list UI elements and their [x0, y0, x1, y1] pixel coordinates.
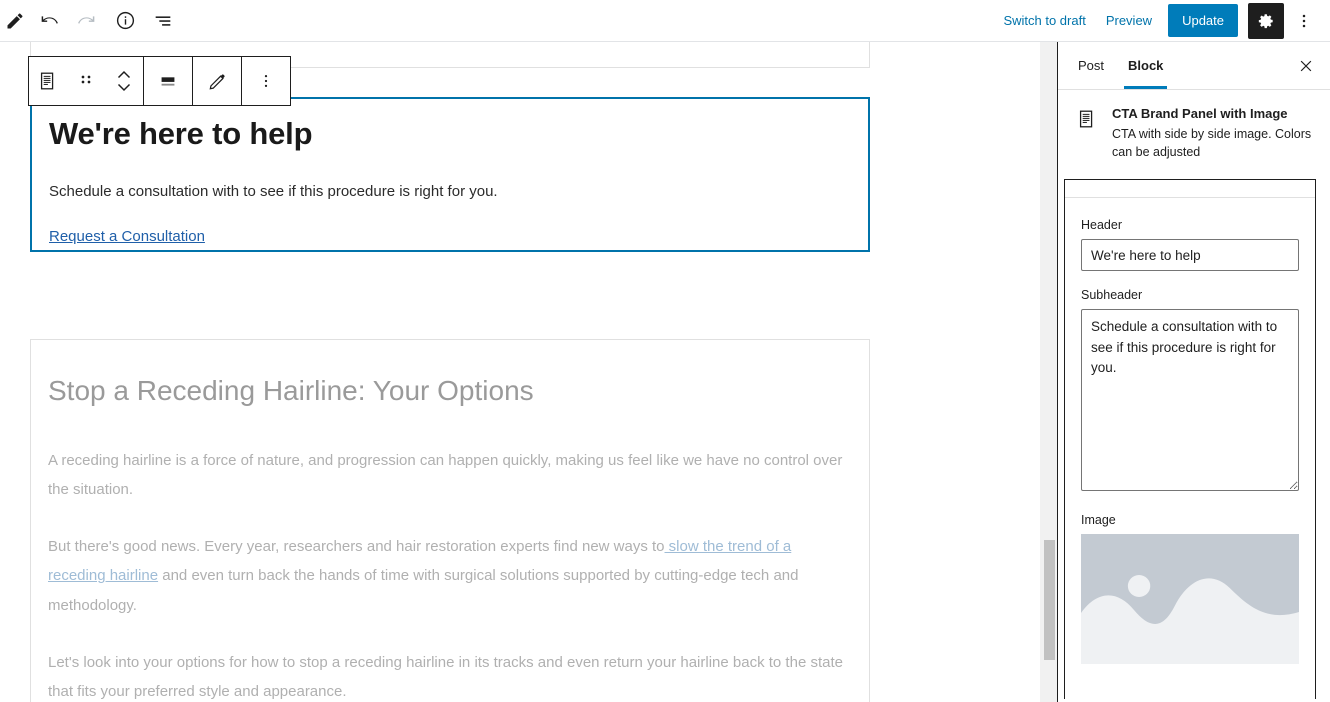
align-center-icon — [161, 77, 175, 86]
more-vertical-icon — [264, 75, 268, 87]
header-field-label: Header — [1081, 218, 1122, 233]
tab-block[interactable]: Block — [1116, 42, 1175, 89]
drag-handle-icon — [81, 75, 91, 84]
move-up-down-button[interactable] — [105, 57, 143, 105]
canvas-scrollbar[interactable] — [1040, 42, 1057, 702]
settings-sidebar: Post Block CTA Brand Panel with Image CT… — [1057, 42, 1330, 702]
image-field-group: Image — [1081, 513, 1299, 665]
info-icon — [116, 11, 134, 30]
document-info-button[interactable] — [106, 2, 144, 40]
cta-subheader-text[interactable]: Schedule a consultation with to see if t… — [49, 181, 851, 204]
undo-button[interactable] — [30, 2, 68, 40]
header-input[interactable] — [1081, 239, 1299, 272]
site-editor-logo[interactable] — [0, 11, 30, 31]
block-toolbar-group-align — [144, 57, 193, 105]
block-toolbar-group-move — [29, 57, 144, 105]
chevron-up-down-icon — [117, 70, 131, 92]
drag-handle-button[interactable] — [67, 57, 105, 105]
block-toolbar — [28, 56, 291, 106]
article-title: Stop a Receding Hairline: Your Options — [48, 375, 534, 406]
image-placeholder-icon — [1081, 534, 1299, 665]
cta-header-text[interactable]: We're here to help — [49, 115, 851, 154]
settings-gear-button[interactable] — [1248, 2, 1284, 39]
image-preview[interactable] — [1081, 534, 1299, 665]
article-content-block[interactable]: Stop a Receding Hairline: Your Options A… — [30, 339, 870, 702]
block-type-button[interactable] — [29, 57, 67, 105]
block-card-description: CTA with side by side image. Colors can … — [1112, 127, 1312, 160]
sidebar-tabs: Post Block — [1058, 42, 1330, 90]
cta-brand-panel-block[interactable]: We're here to help Schedule a consultati… — [30, 97, 870, 252]
update-button[interactable]: Update — [1168, 4, 1238, 37]
panel-divider — [1065, 197, 1315, 199]
editor-canvas: We're here to help Schedule a consultati… — [0, 42, 1057, 702]
block-toolbar-group-options — [242, 57, 290, 105]
tab-post[interactable]: Post — [1066, 42, 1116, 88]
block-settings-panel: Header Subheader Image — [1064, 179, 1316, 700]
switch-to-draft-button[interactable]: Switch to draft — [993, 7, 1095, 34]
undo-icon — [41, 15, 58, 24]
subheader-field-group: Subheader — [1081, 288, 1299, 496]
redo-button[interactable] — [68, 2, 106, 40]
edit-block-button[interactable] — [193, 57, 241, 105]
block-document-icon — [1079, 110, 1093, 128]
subheader-input[interactable] — [1081, 309, 1299, 492]
block-card-icon-wrap — [1076, 106, 1100, 161]
article-paragraph: Let's look into your options for how to … — [48, 653, 843, 701]
paragraph-text-after: and even turn back the hands of time wit… — [48, 567, 799, 614]
editor-top-bar: Switch to draft Preview Update — [0, 0, 1330, 42]
paragraph-text-before: But there's good news. Every year, resea… — [48, 538, 665, 556]
cta-consultation-link[interactable]: Request a Consultation — [49, 228, 205, 245]
pencil-icon — [7, 13, 23, 28]
sidebar-close-button[interactable] — [1290, 50, 1322, 82]
article-paragraph-with-link: But there's good news. Every year, resea… — [48, 532, 852, 620]
close-icon — [1300, 60, 1312, 72]
align-button[interactable] — [144, 57, 192, 105]
block-card-text: CTA Brand Panel with Image CTA with side… — [1112, 106, 1314, 161]
block-toolbar-group-edit — [193, 57, 242, 105]
header-field-group: Header — [1081, 218, 1299, 272]
article-paragraph: A receding hairline is a force of nature… — [48, 451, 843, 498]
block-options-button[interactable] — [242, 57, 290, 105]
block-info-card: CTA Brand Panel with Image CTA with side… — [1058, 90, 1330, 179]
gear-icon — [1258, 13, 1273, 28]
more-vertical-icon — [1302, 14, 1306, 27]
preview-button[interactable]: Preview — [1096, 7, 1162, 34]
pencil-edit-icon — [209, 73, 225, 90]
more-options-button[interactable] — [1288, 3, 1320, 39]
canvas-scrollbar-thumb[interactable] — [1044, 540, 1055, 660]
list-view-icon — [155, 15, 171, 26]
top-bar-right-tools: Switch to draft Preview Update — [993, 0, 1330, 42]
top-bar-left-tools — [0, 0, 182, 42]
redo-icon — [78, 15, 95, 24]
block-document-icon — [40, 72, 54, 90]
subheader-field-label: Subheader — [1081, 288, 1143, 303]
block-card-title: CTA Brand Panel with Image — [1112, 106, 1288, 121]
image-field-label: Image — [1081, 513, 1116, 528]
list-view-button[interactable] — [144, 2, 182, 40]
